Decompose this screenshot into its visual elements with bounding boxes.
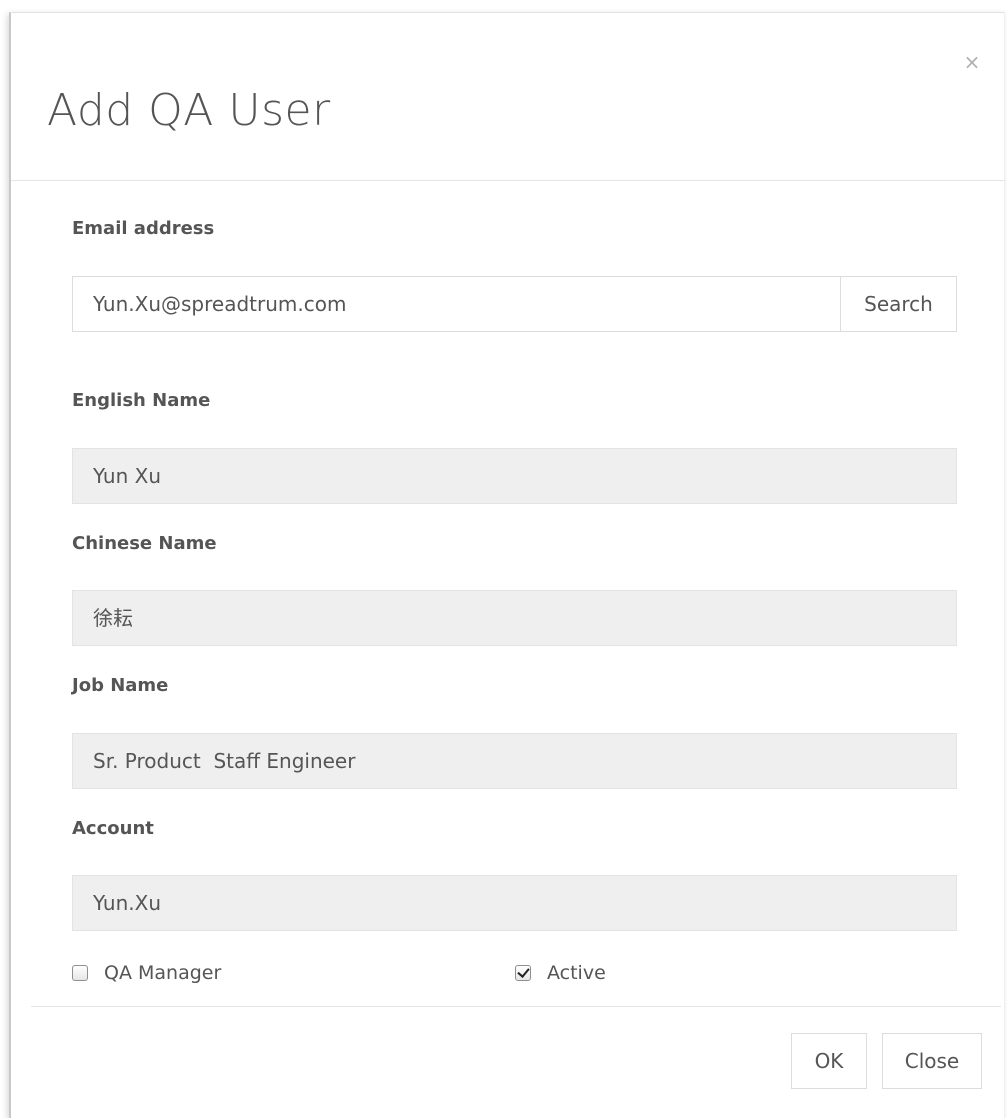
close-icon[interactable]: × — [961, 51, 983, 73]
dialog-title: Add QA User — [47, 85, 331, 136]
close-button[interactable]: Close — [882, 1033, 982, 1089]
chinese-name-field[interactable]: 徐耘 — [72, 590, 957, 646]
account-label: Account — [72, 818, 154, 839]
active-label: Active — [547, 962, 606, 984]
active-option[interactable]: Active — [515, 960, 606, 986]
email-label: Email address — [72, 218, 215, 239]
search-button[interactable]: Search — [840, 277, 956, 331]
job-name-field[interactable]: Sr. Product Staff Engineer — [72, 733, 957, 789]
add-qa-user-dialog: × Add QA User Email address Search Engli… — [9, 12, 1005, 1118]
dialog-header: × Add QA User — [11, 13, 1005, 181]
footer-divider — [31, 1006, 1001, 1007]
job-name-label: Job Name — [72, 675, 169, 696]
account-field[interactable]: Yun.Xu — [72, 875, 957, 931]
english-name-field[interactable]: Yun Xu — [72, 448, 957, 504]
email-field[interactable] — [73, 277, 840, 331]
email-input-group: Search — [72, 276, 957, 332]
ok-button[interactable]: OK — [791, 1033, 867, 1089]
qa-manager-label: QA Manager — [104, 962, 222, 984]
active-checkbox[interactable] — [515, 965, 531, 981]
english-name-label: English Name — [72, 390, 211, 411]
qa-manager-option[interactable]: QA Manager — [72, 960, 221, 986]
chinese-name-label: Chinese Name — [72, 533, 217, 554]
qa-manager-checkbox[interactable] — [72, 965, 88, 981]
